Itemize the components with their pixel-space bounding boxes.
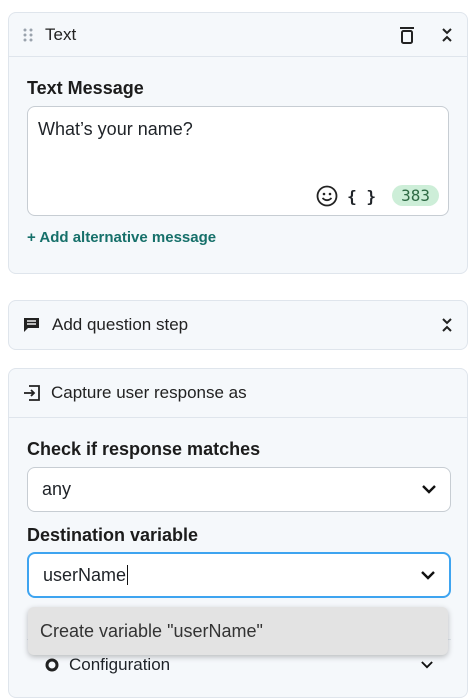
text-step-header: Text xyxy=(9,13,467,57)
chevron-down-icon xyxy=(422,485,436,494)
text-cursor xyxy=(127,565,129,585)
char-count-badge: 383 xyxy=(392,185,439,206)
capture-response-header: Capture user response as xyxy=(9,369,467,418)
question-step-card: Add question step xyxy=(8,300,468,350)
destination-variable-value: userName xyxy=(43,564,127,585)
drag-handle-icon[interactable] xyxy=(23,28,33,42)
variables-icon[interactable]: { } xyxy=(347,187,376,206)
collapse-icon[interactable] xyxy=(441,27,453,43)
capture-response-title: Capture user response as xyxy=(51,383,247,402)
destination-variable-input[interactable]: userName xyxy=(27,552,451,598)
add-alternative-message-link[interactable]: + Add alternative message xyxy=(27,229,216,246)
text-message-input[interactable]: What’s your name? { } 383 xyxy=(27,106,449,216)
chevron-down-icon[interactable] xyxy=(421,570,435,580)
match-type-select[interactable]: any xyxy=(27,467,451,512)
create-variable-option[interactable]: Create variable "userName" xyxy=(28,607,448,655)
text-step-title: Text xyxy=(45,24,77,44)
message-icon xyxy=(23,317,40,333)
expand-icon[interactable] xyxy=(441,317,453,333)
text-message-value: What’s your name? xyxy=(38,119,193,139)
capture-icon xyxy=(23,385,41,401)
configuration-label: Configuration xyxy=(69,654,171,674)
chevron-down-icon[interactable] xyxy=(421,660,433,669)
check-response-label: Check if response matches xyxy=(27,439,261,459)
question-step-title: Add question step xyxy=(52,315,189,334)
trash-icon[interactable] xyxy=(399,26,415,44)
smiley-icon[interactable] xyxy=(316,185,338,207)
question-step-header[interactable]: Add question step xyxy=(9,301,467,349)
destination-variable-label: Destination variable xyxy=(27,525,199,545)
gear-icon xyxy=(45,658,59,672)
text-message-label: Text Message xyxy=(27,78,144,98)
match-type-value: any xyxy=(42,479,72,499)
create-variable-option-label: Create variable "userName" xyxy=(40,620,263,641)
text-step-card: Text Text Message What’s your name? { } … xyxy=(8,12,468,274)
